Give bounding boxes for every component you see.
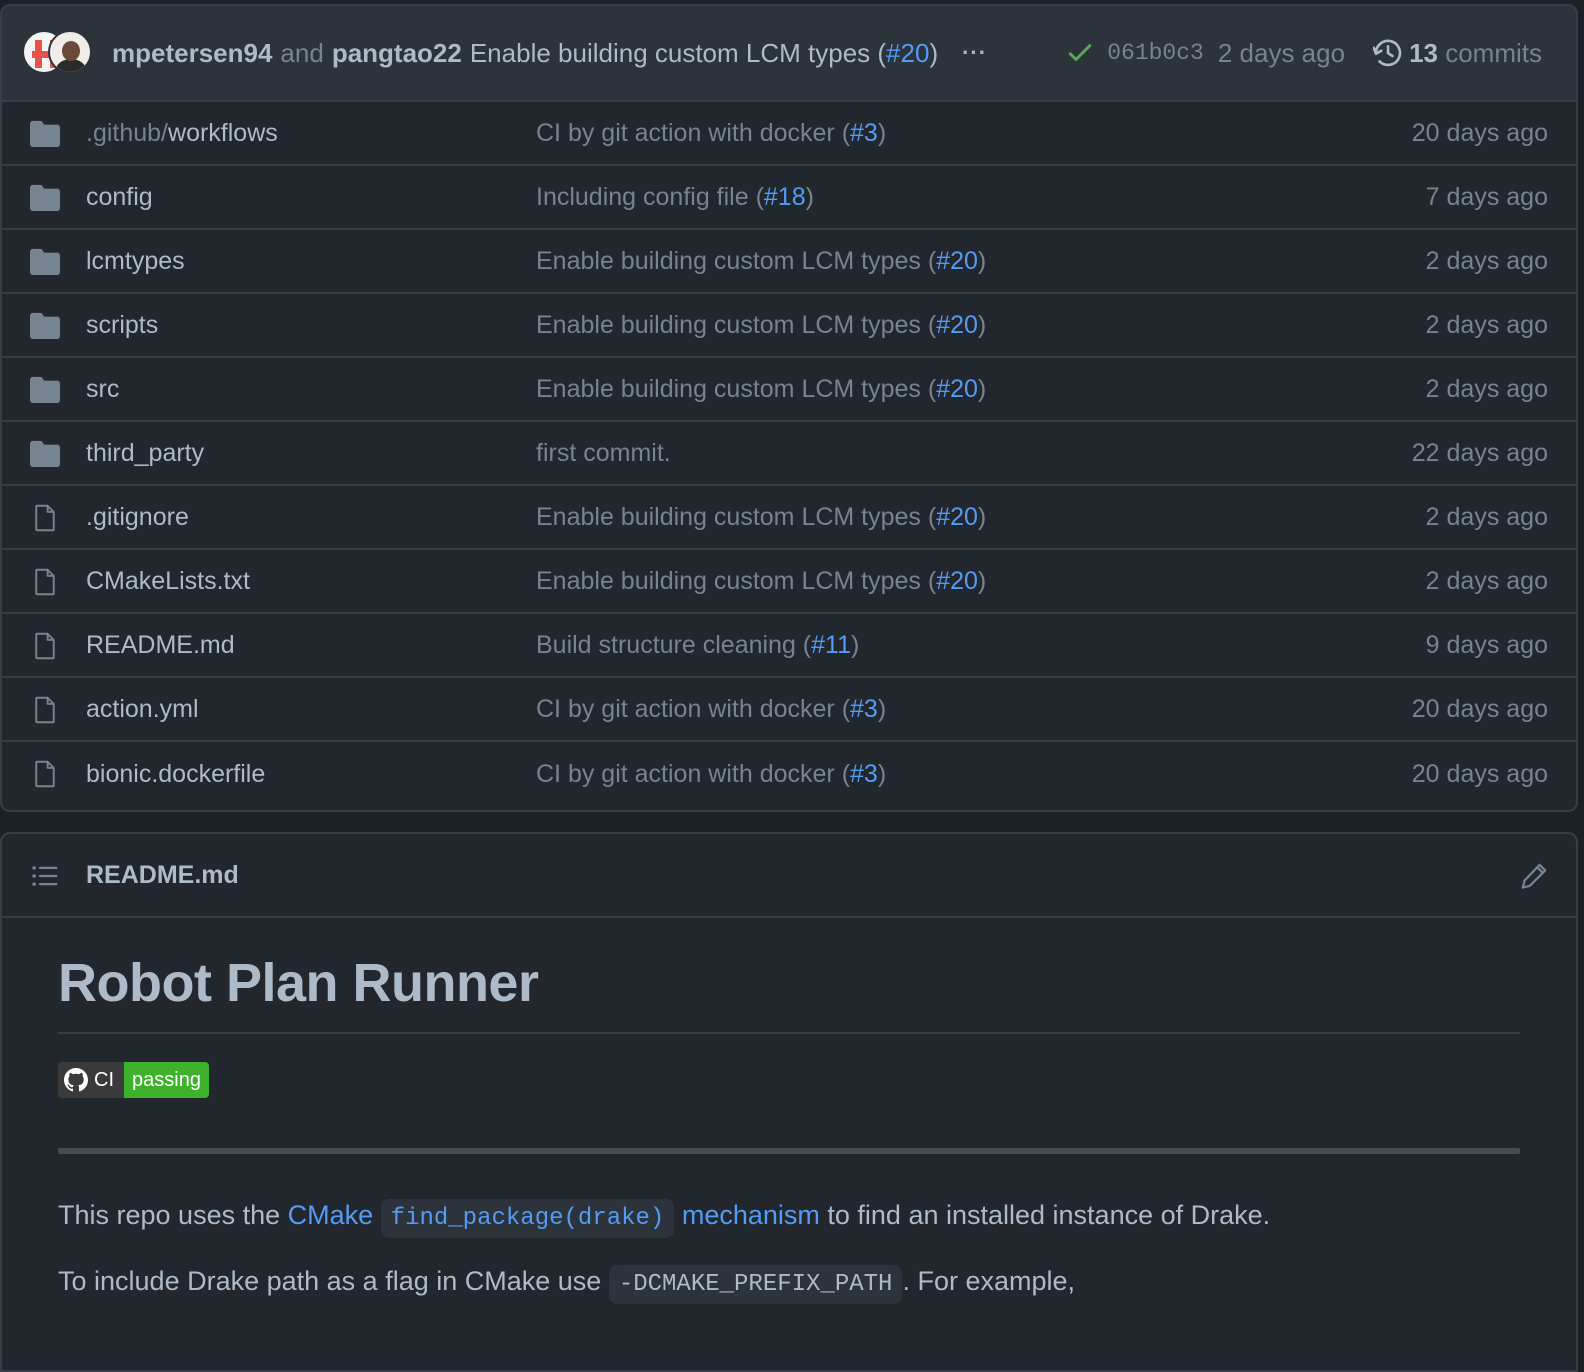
folder-icon <box>30 120 60 147</box>
file-row[interactable]: src Enable building custom LCM types (#20… <box>2 358 1576 422</box>
folder-icon <box>30 376 60 403</box>
file-icon <box>35 568 55 596</box>
file-pr-link[interactable]: #3 <box>850 119 878 147</box>
file-row[interactable]: action.yml CI by git action with docker (… <box>2 678 1576 742</box>
readme-paragraph: To include Drake path as a flag in CMake… <box>58 1265 1520 1304</box>
folder-icon <box>30 312 60 339</box>
mechanism-link[interactable]: mechanism <box>682 1200 820 1230</box>
file-row[interactable]: third_party first commit. 22 days ago <box>2 422 1576 486</box>
file-pr-link[interactable]: #18 <box>764 183 806 211</box>
file-row[interactable]: .github/workflows CI by git action with d… <box>2 102 1576 166</box>
file-commit-age[interactable]: 2 days ago <box>1426 503 1548 532</box>
file-name-link[interactable]: .github/workflows <box>86 119 278 148</box>
file-row[interactable]: CMakeLists.txt Enable building custom LCM… <box>2 550 1576 614</box>
file-row[interactable]: scripts Enable building custom LCM types … <box>2 294 1576 358</box>
file-commit-message-link[interactable]: Build structure cleaning (#11) <box>536 631 859 660</box>
commit-sha-link[interactable]: 061b0c3 <box>1107 40 1204 66</box>
folder-icon <box>30 248 60 275</box>
file-row[interactable]: config Including config file (#18) 7 days … <box>2 166 1576 230</box>
file-commit-message-link[interactable]: first commit. <box>536 439 671 468</box>
commit-coauthor-link[interactable]: pangtao22 <box>332 38 462 69</box>
file-pr-link[interactable]: #20 <box>936 375 978 403</box>
folder-icon <box>30 184 60 211</box>
file-commit-age[interactable]: 2 days ago <box>1426 311 1548 340</box>
commit-pr-link[interactable]: #20 <box>886 38 929 68</box>
file-commit-age[interactable]: 20 days ago <box>1412 695 1548 724</box>
file-row[interactable]: lcmtypes Enable building custom LCM types… <box>2 230 1576 294</box>
commit-and-text: and <box>280 37 324 68</box>
file-name-link[interactable]: README.md <box>86 631 235 660</box>
file-icon <box>35 504 55 532</box>
readme-header: README.md <box>2 834 1576 918</box>
history-icon <box>1373 39 1402 67</box>
badge-status: passing <box>124 1062 209 1098</box>
cmake-link[interactable]: CMake <box>288 1200 374 1230</box>
avatar[interactable] <box>48 30 92 74</box>
file-pr-link[interactable]: #20 <box>936 311 978 339</box>
inline-code: -DCMAKE_PREFIX_PATH <box>608 1265 903 1304</box>
file-row[interactable]: .gitignore Enable building custom LCM typ… <box>2 486 1576 550</box>
badge-label: CI <box>94 1068 114 1091</box>
file-row[interactable]: README.md Build structure cleaning (#11) 9… <box>2 614 1576 678</box>
file-commit-age[interactable]: 22 days ago <box>1412 439 1548 468</box>
file-commit-age[interactable]: 2 days ago <box>1426 247 1548 276</box>
file-icon <box>35 760 55 788</box>
commit-avatars[interactable] <box>22 30 92 76</box>
horizontal-rule <box>58 1148 1520 1154</box>
file-name-link[interactable]: action.yml <box>86 695 199 724</box>
commits-count-link[interactable]: 13 commits <box>1409 38 1542 69</box>
file-commit-message-link[interactable]: CI by git action with docker (#3) <box>536 760 886 789</box>
file-commit-age[interactable]: 2 days ago <box>1426 567 1548 596</box>
readme-title: Robot Plan Runner <box>58 952 1520 1034</box>
file-icon <box>35 632 55 660</box>
file-commit-age[interactable]: 9 days ago <box>1426 631 1548 660</box>
file-commit-message-link[interactable]: Enable building custom LCM types (#20) <box>536 375 986 404</box>
github-mark-icon <box>64 1068 88 1092</box>
file-name-link[interactable]: CMakeLists.txt <box>86 567 250 596</box>
readme-filename-link[interactable]: README.md <box>86 861 239 890</box>
file-commit-message-link[interactable]: CI by git action with docker (#3) <box>536 119 886 148</box>
readme-panel: README.md Robot Plan Runner CI passing T… <box>0 832 1578 1372</box>
file-commit-message-link[interactable]: Including config file (#18) <box>536 183 814 212</box>
file-commit-age[interactable]: 7 days ago <box>1426 183 1548 212</box>
check-icon[interactable] <box>1067 40 1093 66</box>
file-icon <box>35 696 55 724</box>
file-browser: mpetersen94 and pangtao22 Enable buildin… <box>0 4 1578 812</box>
pencil-icon[interactable] <box>1520 862 1548 890</box>
file-name-link[interactable]: scripts <box>86 311 158 340</box>
file-pr-link[interactable]: #20 <box>936 567 978 595</box>
latest-commit-bar: mpetersen94 and pangtao22 Enable buildin… <box>2 6 1576 102</box>
file-commit-message-link[interactable]: CI by git action with docker (#3) <box>536 695 886 724</box>
find-package-link[interactable]: find_package(drake) <box>380 1199 675 1238</box>
file-commit-age[interactable]: 20 days ago <box>1412 119 1548 148</box>
file-pr-link[interactable]: #3 <box>850 760 878 788</box>
file-commit-age[interactable]: 20 days ago <box>1412 760 1548 789</box>
commit-author-link[interactable]: mpetersen94 <box>112 38 272 69</box>
commit-message[interactable]: Enable building custom LCM types (#20) <box>470 38 938 69</box>
file-commit-message-link[interactable]: Enable building custom LCM types (#20) <box>536 567 986 596</box>
file-name-link[interactable]: bionic.dockerfile <box>86 760 265 789</box>
file-name-link[interactable]: lcmtypes <box>86 247 185 276</box>
ci-status-badge[interactable]: CI passing <box>58 1062 209 1098</box>
file-name-link[interactable]: third_party <box>86 439 204 468</box>
file-pr-link[interactable]: #20 <box>936 247 978 275</box>
file-name-link[interactable]: src <box>86 375 119 404</box>
file-pr-link[interactable]: #3 <box>850 695 878 723</box>
file-row[interactable]: bionic.dockerfile CI by git action with d… <box>2 742 1576 806</box>
file-name-link[interactable]: config <box>86 183 153 212</box>
commit-time[interactable]: 2 days ago <box>1218 38 1345 69</box>
readme-paragraph: This repo uses the CMake find_package(dr… <box>58 1199 1520 1238</box>
file-commit-message-link[interactable]: Enable building custom LCM types (#20) <box>536 247 986 276</box>
file-name-link[interactable]: .gitignore <box>86 503 189 532</box>
list-icon[interactable] <box>32 864 58 888</box>
file-commit-message-link[interactable]: Enable building custom LCM types (#20) <box>536 503 986 532</box>
file-pr-link[interactable]: #20 <box>936 503 978 531</box>
commit-expand-button[interactable]: ··· <box>962 40 987 66</box>
folder-icon <box>30 440 60 467</box>
file-commit-age[interactable]: 2 days ago <box>1426 375 1548 404</box>
file-commit-message-link[interactable]: Enable building custom LCM types (#20) <box>536 311 986 340</box>
file-pr-link[interactable]: #11 <box>811 631 851 659</box>
